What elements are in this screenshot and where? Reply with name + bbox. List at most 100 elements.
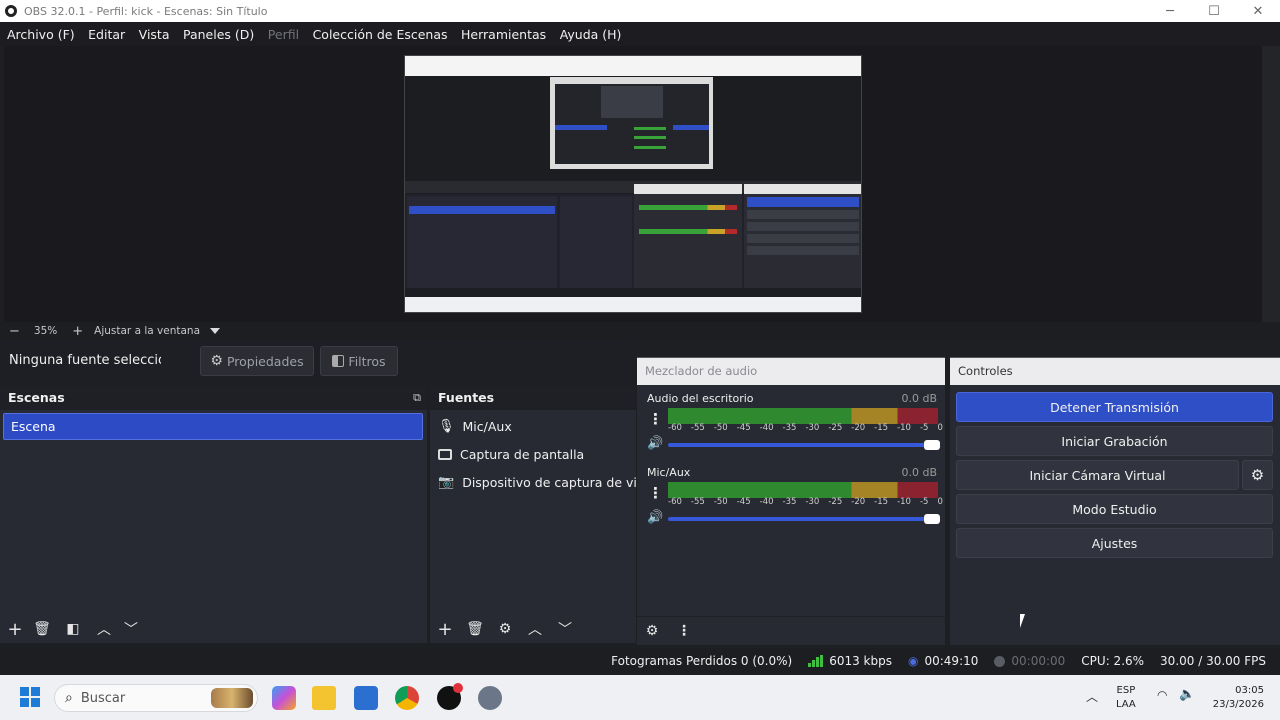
- scale-tick: -40: [759, 423, 774, 433]
- layout-code: LAA: [1116, 699, 1136, 710]
- add-icon[interactable]: +: [2, 616, 28, 642]
- scale-tick: 0: [937, 423, 943, 433]
- filter-icon[interactable]: ◧: [60, 616, 86, 642]
- zoom-dropdown-icon[interactable]: [210, 328, 221, 334]
- scale-tick: -30: [805, 423, 820, 433]
- volume-slider-handle[interactable]: [924, 440, 940, 450]
- gear-icon: ⚙: [210, 353, 223, 369]
- speaker-icon[interactable]: 🔊: [647, 436, 663, 451]
- volume-icon[interactable]: 🔈: [1179, 687, 1195, 702]
- sources-title: Fuentes: [438, 390, 495, 405]
- taskbar-search[interactable]: ⌕ Buscar: [54, 684, 258, 712]
- undock-icon[interactable]: ⧉: [413, 386, 421, 410]
- settings-button[interactable]: Ajustes: [956, 528, 1273, 558]
- search-highlight-icon: [211, 688, 253, 708]
- store-icon[interactable]: [354, 686, 378, 710]
- scale-tick: -35: [782, 423, 797, 433]
- source-item-display[interactable]: Captura de pantalla: [438, 443, 584, 465]
- wifi-icon[interactable]: ◠: [1157, 688, 1167, 702]
- scale-tick: -55: [690, 497, 705, 507]
- search-placeholder: Buscar: [80, 690, 126, 706]
- scale-tick: -60: [668, 423, 682, 433]
- scene-item[interactable]: Escena: [3, 413, 423, 440]
- stop-streaming-button[interactable]: Detener Transmisión: [956, 392, 1273, 422]
- channel-menu-icon[interactable]: ⋮: [648, 484, 663, 502]
- canvas-window-menu: [405, 56, 861, 76]
- scale-tick: -50: [713, 497, 728, 507]
- bitrate-value: 6013 kbps: [829, 654, 892, 668]
- menu-docks[interactable]: Paneles (D): [183, 27, 254, 42]
- cpu-usage: CPU: 2.6%: [1081, 654, 1145, 668]
- clock[interactable]: 03:05 23/3/2026: [1208, 684, 1264, 712]
- zoom-in-button[interactable]: +: [72, 324, 83, 339]
- copilot-icon[interactable]: [272, 686, 296, 710]
- close-button[interactable]: ✕: [1236, 0, 1280, 22]
- file-explorer-icon[interactable]: [312, 686, 336, 710]
- speaker-icon[interactable]: 🔊: [647, 510, 663, 525]
- sources-header: Fuentes: [430, 386, 636, 410]
- preview-canvas[interactable]: [404, 55, 862, 313]
- chevron-down-icon[interactable]: ﹀: [552, 616, 578, 642]
- chrome-icon[interactable]: [395, 686, 419, 710]
- menu-scene-collection[interactable]: Colección de Escenas: [313, 27, 448, 42]
- studio-mode-button[interactable]: Modo Estudio: [956, 494, 1273, 524]
- scenes-title: Escenas: [8, 390, 65, 405]
- windows-start-icon[interactable]: [20, 687, 40, 707]
- preview-scrollbar[interactable]: [1262, 46, 1280, 322]
- source-item-mic[interactable]: 🎙 Mic/Aux: [438, 415, 512, 437]
- filter-icon: [332, 355, 345, 367]
- keyboard-language[interactable]: ESP LAA: [1116, 684, 1136, 712]
- trash-icon[interactable]: 🗑: [462, 616, 488, 642]
- start-virtual-camera-button[interactable]: Iniciar Cámara Virtual: [956, 460, 1239, 490]
- menu-edit[interactable]: Editar: [88, 27, 125, 42]
- broadcast-icon: ◉: [908, 654, 919, 668]
- trash-icon[interactable]: 🗑: [29, 616, 55, 642]
- obs-taskbar-icon[interactable]: [437, 683, 463, 710]
- controls-header: Controles: [950, 358, 1280, 385]
- volume-meter: [668, 482, 938, 498]
- scale-tick: -35: [782, 497, 797, 507]
- mixer-menu-icon[interactable]: ⋮: [671, 618, 697, 644]
- filters-button[interactable]: Filtros: [320, 346, 398, 376]
- zoom-fit-label[interactable]: Ajustar a la ventana: [94, 325, 200, 337]
- recording-time: 00:00:00: [1011, 654, 1066, 668]
- menu-tools[interactable]: Herramientas: [461, 27, 546, 42]
- channel-menu-icon[interactable]: ⋮: [648, 410, 663, 428]
- chevron-up-icon[interactable]: ︿: [522, 616, 548, 642]
- zoom-out-button[interactable]: −: [9, 324, 20, 339]
- record-dot-icon: [994, 655, 1006, 667]
- volume-slider[interactable]: [668, 440, 940, 450]
- menu-file[interactable]: Archivo (F): [7, 27, 75, 42]
- clock-date: 23/3/2026: [1212, 699, 1264, 710]
- chevron-down-icon[interactable]: ﹀: [118, 616, 144, 642]
- chevron-up-icon[interactable]: ︿: [1086, 688, 1098, 705]
- menu-profile[interactable]: Perfil: [268, 27, 299, 42]
- obs-logo-icon: [5, 5, 17, 17]
- search-icon: ⌕: [65, 690, 73, 706]
- volume-slider[interactable]: [668, 514, 940, 524]
- scale-tick: -25: [828, 497, 843, 507]
- virtual-camera-settings-button[interactable]: ⚙: [1242, 460, 1273, 490]
- scale-tick: -55: [690, 423, 705, 433]
- add-icon[interactable]: +: [432, 616, 458, 642]
- advanced-audio-icon[interactable]: ⚙: [639, 618, 665, 644]
- scene-item-label: Escena: [11, 419, 56, 434]
- gear-icon[interactable]: ⚙: [492, 616, 518, 642]
- settings-app-icon[interactable]: [478, 686, 502, 710]
- maximize-button[interactable]: ☐: [1192, 0, 1236, 22]
- properties-button[interactable]: ⚙ Propiedades: [200, 346, 314, 376]
- volume-meter: [668, 408, 938, 424]
- menu-view[interactable]: Vista: [139, 27, 170, 42]
- gear-icon: ⚙: [1250, 466, 1265, 484]
- source-item-camera[interactable]: 📷 Dispositivo de captura de video: [438, 471, 636, 493]
- scale-tick: -10: [897, 497, 911, 507]
- minimize-button[interactable]: ─: [1148, 0, 1192, 22]
- menu-help[interactable]: Ayuda (H): [560, 27, 622, 42]
- mouse-cursor-icon: [1020, 614, 1025, 628]
- canvas-nested-preview: [601, 86, 663, 118]
- scale-tick: -45: [736, 423, 751, 433]
- volume-slider-handle[interactable]: [924, 514, 940, 524]
- sources-dock: Fuentes 🎙 Mic/Aux Captura de pantalla 📷 …: [430, 386, 636, 643]
- chevron-up-icon[interactable]: ︿: [91, 616, 117, 642]
- start-recording-button[interactable]: Iniciar Grabación: [956, 426, 1273, 456]
